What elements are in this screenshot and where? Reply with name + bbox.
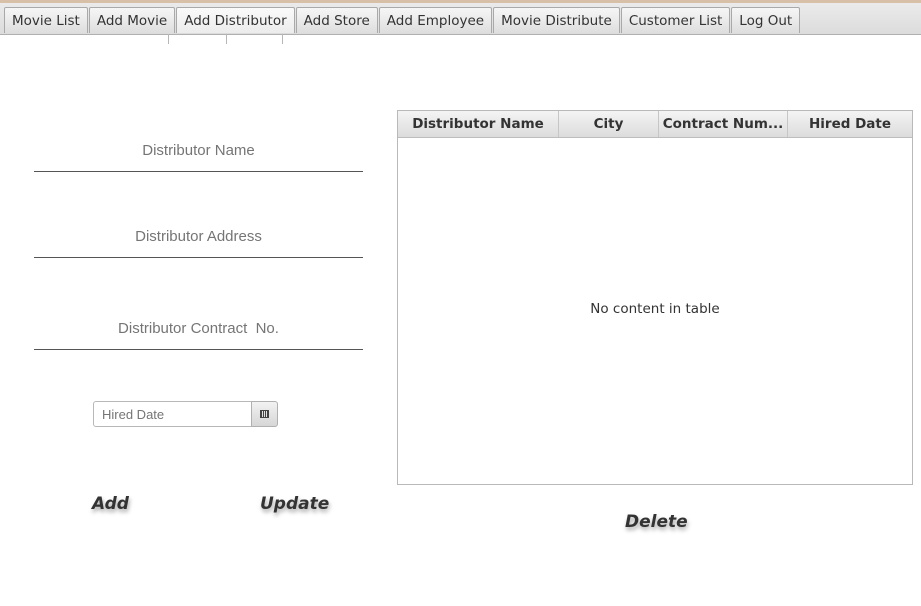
tab-add-movie[interactable]: Add Movie [88, 7, 176, 33]
distributor-contract-field[interactable] [34, 320, 363, 350]
tab-add-employee[interactable]: Add Employee [378, 7, 493, 33]
tab-customer-list[interactable]: Customer List [620, 7, 731, 33]
distributor-name-input[interactable] [34, 142, 363, 159]
column-header-hired-date[interactable]: Hired Date [788, 111, 912, 137]
tab-log-out[interactable]: Log Out [731, 7, 801, 33]
table-empty-message: No content in table [590, 301, 720, 317]
distributor-contract-input[interactable] [34, 320, 363, 337]
tab-add-distributor[interactable]: Add Distributor [176, 7, 295, 33]
distributor-table[interactable]: Distributor Name City Contract Num... Hi… [397, 110, 913, 485]
column-header-contract-number[interactable]: Contract Num... [659, 111, 788, 137]
tab-movie-distribute[interactable]: Movie Distribute [493, 7, 620, 33]
tab-divider [168, 34, 169, 44]
column-header-distributor-name[interactable]: Distributor Name [398, 111, 559, 137]
hired-date-picker [93, 401, 278, 427]
tab-bar: Movie List Add Movie Add Distributor Add… [0, 0, 921, 35]
column-header-city[interactable]: City [559, 111, 659, 137]
calendar-icon [260, 410, 269, 418]
window-top-accent [0, 0, 921, 3]
tab-divider [226, 34, 227, 44]
field-underline [34, 171, 363, 172]
field-underline [34, 349, 363, 350]
hired-date-input[interactable] [93, 401, 252, 427]
distributor-address-input[interactable] [34, 228, 363, 245]
tab-list: Movie List Add Movie Add Distributor Add… [4, 7, 801, 33]
delete-button[interactable]: Delete [625, 512, 688, 532]
distributor-address-field[interactable] [34, 228, 363, 258]
update-button[interactable]: Update [260, 494, 329, 514]
tab-movie-list[interactable]: Movie List [4, 7, 88, 33]
tab-add-store[interactable]: Add Store [295, 7, 378, 33]
distributor-name-field[interactable] [34, 142, 363, 172]
tab-divider [282, 34, 283, 44]
date-picker-button[interactable] [251, 401, 278, 427]
field-underline [34, 257, 363, 258]
table-header: Distributor Name City Contract Num... Hi… [398, 111, 912, 138]
add-button[interactable]: Add [92, 494, 129, 514]
